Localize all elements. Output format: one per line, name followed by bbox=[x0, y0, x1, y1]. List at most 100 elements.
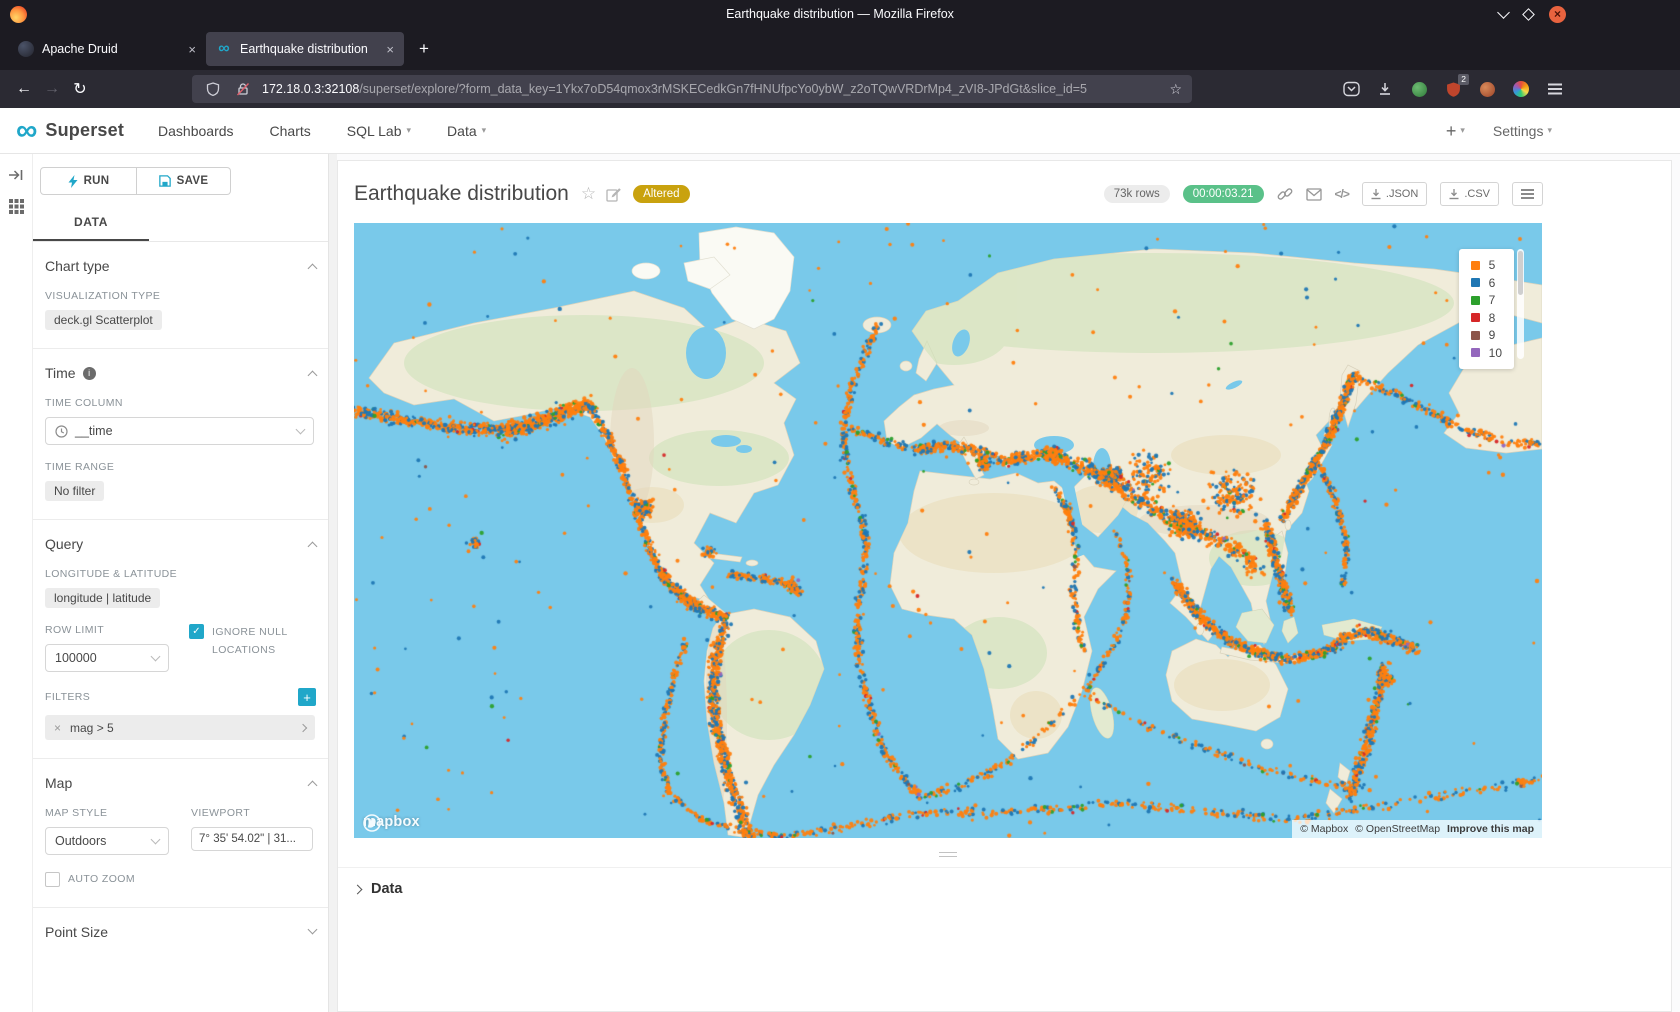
window-maximize-icon[interactable] bbox=[1522, 8, 1535, 21]
favorite-star-icon[interactable]: ☆ bbox=[581, 184, 596, 204]
extension-privacy-icon[interactable] bbox=[1408, 78, 1430, 100]
url-path: /superset/explore/?form_data_key=1Ykx7oD… bbox=[359, 82, 1087, 96]
legend-scrollbar[interactable] bbox=[1517, 249, 1524, 359]
query-timer-badge: 00:00:03.21 bbox=[1183, 185, 1264, 203]
map-legend[interactable]: 5 6 7 8 9 10 bbox=[1459, 249, 1514, 369]
collapse-panel-icon[interactable] bbox=[8, 168, 24, 187]
new-tab-button[interactable]: + bbox=[410, 35, 438, 63]
tab-data[interactable]: DATA bbox=[33, 207, 149, 241]
improve-map-link[interactable]: Improve this map bbox=[1447, 823, 1534, 835]
url-bar[interactable]: 172.18.0.3:32108/superset/explore/?form_… bbox=[192, 75, 1192, 103]
nav-dashboards[interactable]: Dashboards bbox=[158, 123, 234, 139]
legend-item: 6 bbox=[1471, 276, 1502, 290]
extension-pinwheel-icon[interactable] bbox=[1510, 78, 1532, 100]
checkbox-unchecked-icon[interactable] bbox=[45, 872, 60, 887]
export-json-button[interactable]: .JSON bbox=[1362, 182, 1427, 206]
time-range-tag[interactable]: No filter bbox=[45, 481, 104, 501]
legend-swatch bbox=[1471, 348, 1480, 357]
section-chart-type-header[interactable]: Chart type bbox=[45, 258, 316, 274]
export-csv-button[interactable]: .CSV bbox=[1440, 182, 1499, 206]
legend-item: 7 bbox=[1471, 293, 1502, 307]
chevron-right-icon bbox=[353, 884, 363, 894]
tab-label: Apache Druid bbox=[42, 42, 180, 56]
tab-close-icon[interactable]: × bbox=[386, 42, 394, 57]
save-disk-icon bbox=[159, 175, 171, 187]
window-close-icon[interactable]: × bbox=[1549, 6, 1566, 23]
map-style-select[interactable]: Outdoors bbox=[45, 827, 169, 855]
chevron-right-icon[interactable] bbox=[299, 723, 307, 731]
remove-filter-icon[interactable]: × bbox=[54, 721, 61, 735]
downloads-icon[interactable] bbox=[1374, 78, 1396, 100]
legend-item: 5 bbox=[1471, 258, 1502, 272]
datasource-grid-icon[interactable] bbox=[9, 199, 24, 219]
nav-data[interactable]: Data▾ bbox=[447, 123, 486, 139]
pane-resize-handle[interactable] bbox=[338, 852, 1558, 857]
info-icon: i bbox=[83, 367, 96, 380]
chevron-up-icon bbox=[308, 264, 318, 274]
viz-type-tag[interactable]: deck.gl Scatterplot bbox=[45, 310, 162, 330]
data-results-toggle[interactable]: Data bbox=[338, 867, 1671, 910]
mapbox-logo[interactable]: mapbox bbox=[363, 814, 420, 830]
data-results-label: Data bbox=[371, 881, 402, 897]
superset-favicon-icon: ∞ bbox=[216, 41, 232, 57]
superset-header: ∞ Superset Dashboards Charts SQL Lab▾ Da… bbox=[0, 108, 1680, 154]
reload-button[interactable]: ↻ bbox=[66, 75, 94, 103]
row-limit-select[interactable]: 100000 bbox=[45, 644, 169, 672]
app-menu-icon[interactable] bbox=[1544, 78, 1566, 100]
section-point-size-header[interactable]: Point Size bbox=[45, 924, 316, 940]
extension-avatar-icon[interactable] bbox=[1476, 78, 1498, 100]
url-text[interactable]: 172.18.0.3:32108/superset/explore/?form_… bbox=[262, 82, 1153, 96]
new-item-button[interactable]: + ▾ bbox=[1446, 124, 1465, 138]
time-column-select[interactable]: __time bbox=[45, 417, 314, 445]
deckgl-map[interactable]: 5 6 7 8 9 10 mapbox © Mapbox © OpenStree… bbox=[354, 223, 1542, 838]
bookmark-star-icon[interactable]: ☆ bbox=[1169, 81, 1182, 98]
section-map-header[interactable]: Map bbox=[45, 775, 316, 791]
run-button[interactable]: RUN bbox=[40, 167, 137, 195]
section-query-header[interactable]: Query bbox=[45, 536, 316, 552]
email-icon[interactable] bbox=[1306, 188, 1322, 201]
settings-menu[interactable]: Settings ▾ bbox=[1493, 123, 1552, 139]
attribution-mapbox[interactable]: © Mapbox bbox=[1300, 823, 1348, 835]
superset-logo[interactable]: ∞ Superset bbox=[16, 118, 124, 144]
embed-code-icon[interactable]: </> bbox=[1335, 187, 1349, 201]
nav-charts[interactable]: Charts bbox=[270, 123, 311, 139]
pocket-icon[interactable] bbox=[1340, 78, 1362, 100]
filter-chip[interactable]: × mag > 5 bbox=[45, 715, 315, 740]
edit-properties-icon[interactable] bbox=[606, 187, 621, 202]
altered-badge[interactable]: Altered bbox=[633, 185, 689, 203]
share-link-icon[interactable] bbox=[1277, 186, 1293, 202]
shield-icon[interactable] bbox=[202, 78, 224, 100]
tab-close-icon[interactable]: × bbox=[188, 42, 196, 57]
url-host: 172.18.0.3:32108 bbox=[262, 82, 359, 96]
section-time-header[interactable]: Time i bbox=[45, 365, 316, 381]
time-range-label: TIME RANGE bbox=[45, 461, 316, 473]
insecure-lock-icon[interactable] bbox=[232, 78, 254, 100]
forward-button[interactable]: → bbox=[38, 75, 66, 103]
window-minimize-icon[interactable] bbox=[1497, 6, 1510, 19]
lonlat-tag[interactable]: longitude | latitude bbox=[45, 588, 160, 608]
save-button[interactable]: SAVE bbox=[137, 167, 231, 195]
add-filter-button[interactable]: + bbox=[298, 688, 316, 706]
back-button[interactable]: ← bbox=[10, 75, 38, 103]
chart-card: Earthquake distribution ☆ Altered 73k ro… bbox=[337, 160, 1672, 1012]
tab-label: Earthquake distribution bbox=[240, 42, 378, 56]
auto-zoom-checkbox[interactable]: AUTO ZOOM bbox=[45, 871, 316, 889]
chart-menu-button[interactable] bbox=[1512, 182, 1543, 206]
firefox-window: Earthquake distribution — Mozilla Firefo… bbox=[0, 0, 1680, 108]
section-chart-type: Chart type VISUALIZATION TYPE deck.gl Sc… bbox=[33, 242, 328, 349]
checkbox-checked-icon[interactable]: ✓ bbox=[189, 624, 204, 639]
tab-apache-druid[interactable]: Apache Druid × bbox=[8, 32, 206, 66]
nav-sql-lab[interactable]: SQL Lab▾ bbox=[347, 123, 411, 139]
ublock-shield-icon[interactable]: 2 bbox=[1442, 78, 1464, 100]
viewport-value[interactable]: 7° 35' 54.02" | 31... bbox=[191, 827, 313, 851]
titlebar[interactable]: Earthquake distribution — Mozilla Firefo… bbox=[0, 0, 1680, 28]
earthquake-dots-canvas[interactable] bbox=[354, 223, 1542, 838]
tab-earthquake-distribution[interactable]: ∞ Earthquake distribution × bbox=[206, 32, 404, 66]
ignore-null-checkbox[interactable]: ✓ IGNORE NULL LOCATIONS bbox=[189, 624, 295, 660]
time-column-label: TIME COLUMN bbox=[45, 397, 316, 409]
chevron-up-icon bbox=[308, 371, 318, 381]
legend-swatch bbox=[1471, 296, 1480, 305]
attribution-osm[interactable]: © OpenStreetMap bbox=[1355, 823, 1440, 835]
viewport-label: VIEWPORT bbox=[191, 807, 313, 819]
map-style-label: MAP STYLE bbox=[45, 807, 169, 819]
